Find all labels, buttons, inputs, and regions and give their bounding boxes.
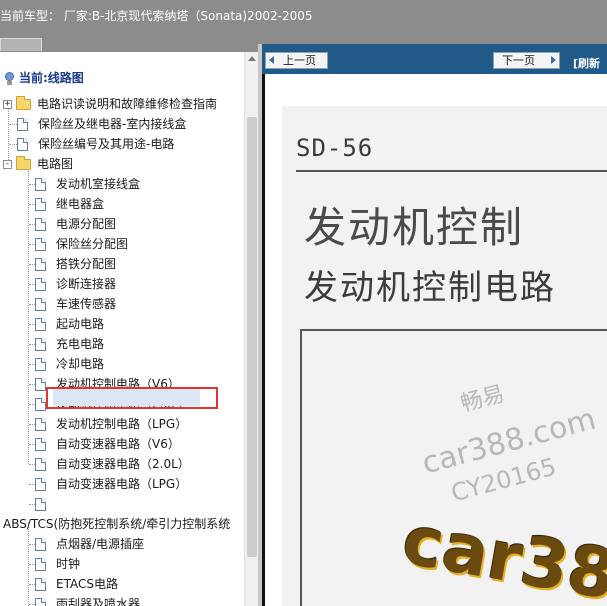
tree-connector	[9, 144, 17, 145]
tree-item-label: 冷却电路	[56, 357, 105, 371]
tree-connector	[9, 124, 17, 125]
tree-item-label: 保险丝及继电器-室内接线盒	[38, 117, 187, 131]
page-icon	[35, 198, 46, 211]
tree-connector	[8, 104, 9, 162]
tree-item-label: 自动变速器电路（LPG）	[56, 477, 188, 491]
folder-icon	[16, 156, 31, 170]
page-icon	[35, 578, 46, 591]
tree-item-label: ETACS电路	[56, 577, 118, 591]
tree-item-label: 电路图	[37, 157, 74, 171]
viewer-panel: 上一页 下一页 [刷新 SD-56 发动机控制 发动机控制电路 畅易 car38…	[262, 44, 607, 606]
expand-icon[interactable]: +	[3, 100, 12, 109]
page-icon	[35, 538, 46, 551]
page-icon	[35, 498, 46, 511]
page-icon	[35, 258, 46, 271]
tree-item-label: 起动电路	[56, 317, 105, 331]
page-icon	[35, 398, 46, 411]
page-icon	[35, 358, 46, 371]
page-icon	[35, 378, 46, 391]
arrow-left-icon	[269, 56, 274, 64]
tree-panel: 当前:线路图 + 电路识读说明和故障维修检查指南 保险丝及继电器-室内接线盒 保险丝编…	[0, 52, 258, 606]
tree-item-label: 诊断连接器	[56, 277, 117, 291]
tree-item-label: 继电器盒	[56, 197, 105, 211]
document-rule	[296, 170, 607, 172]
tree-item-label: 发动机控制电路（LPG）	[56, 417, 188, 431]
document-code: SD-56	[296, 134, 374, 162]
tree-item-label: 充电电路	[56, 337, 105, 351]
arrow-right-icon	[551, 56, 556, 64]
document-title-2: 发动机控制电路	[304, 268, 556, 308]
tree-item-label: ABS/TCS(防抱死控制系统/牵引力控制系统	[3, 517, 231, 531]
tree-item-label: 保险丝分配图	[56, 237, 129, 251]
tree-item[interactable]: ABS/TCS(防抱死控制系统/牵引力控制系统	[3, 514, 230, 534]
tree-item-label: 车速传感器	[56, 297, 117, 311]
tree-item-label: 点烟器/电源插座	[56, 537, 145, 551]
page-icon	[35, 458, 46, 471]
current-vehicle-title: 当前车型： 厂家:B-北京现代索纳塔（Sonata)2002-2005	[0, 9, 313, 23]
scroll-thumb[interactable]	[247, 117, 257, 557]
page-icon	[35, 338, 46, 351]
page-icon	[35, 238, 46, 251]
page-icon	[35, 318, 46, 331]
folder-icon	[16, 96, 31, 110]
tree-item-label: 自动变速器电路（2.0L）	[56, 457, 190, 471]
page-icon	[35, 218, 46, 231]
tree-item-label: 电路识读说明和故障维修检查指南	[37, 97, 218, 111]
document-title-1: 发动机控制	[304, 203, 525, 252]
page-icon	[35, 178, 46, 191]
tree-item-label: 搭铁分配图	[56, 257, 117, 271]
tree-item-label: 雨刮器及喷水器	[56, 597, 141, 606]
tree-item-label: 自动变速器电路（V6）	[56, 437, 180, 451]
tree-connector	[28, 164, 29, 464]
viewer-toolbar: 上一页 下一页 [刷新	[262, 44, 607, 74]
next-page-button[interactable]: 下一页	[493, 52, 560, 69]
bulb-icon	[4, 72, 15, 85]
page-icon	[35, 598, 46, 606]
page-icon	[35, 298, 46, 311]
tree-item-label: 保险丝编号及其用途-电路	[38, 137, 175, 151]
page-icon	[35, 478, 46, 491]
tree-item-label: 电源分配图	[56, 217, 117, 231]
page-icon	[35, 418, 46, 431]
page-icon	[17, 138, 28, 151]
tree-item-label: 时钟	[56, 557, 81, 571]
page-icon	[35, 438, 46, 451]
next-page-label: 下一页	[502, 54, 535, 67]
page-icon	[17, 118, 28, 131]
tree-current-label: 当前:线路图	[19, 71, 84, 85]
selection-annotation-box	[46, 387, 218, 409]
prev-page-label: 上一页	[283, 54, 316, 67]
page-icon	[35, 278, 46, 291]
collapse-icon[interactable]: -	[3, 160, 12, 169]
scroll-up-icon[interactable]	[245, 52, 259, 66]
prev-page-button[interactable]: 上一页	[265, 52, 328, 69]
tree-item-label: 发动机室接线盒	[56, 177, 141, 191]
refresh-link[interactable]: [刷新	[573, 55, 600, 71]
tree-scrollbar[interactable]	[244, 52, 259, 606]
document-edge	[262, 74, 265, 606]
page-icon	[35, 558, 46, 571]
top-tab[interactable]	[0, 38, 42, 51]
